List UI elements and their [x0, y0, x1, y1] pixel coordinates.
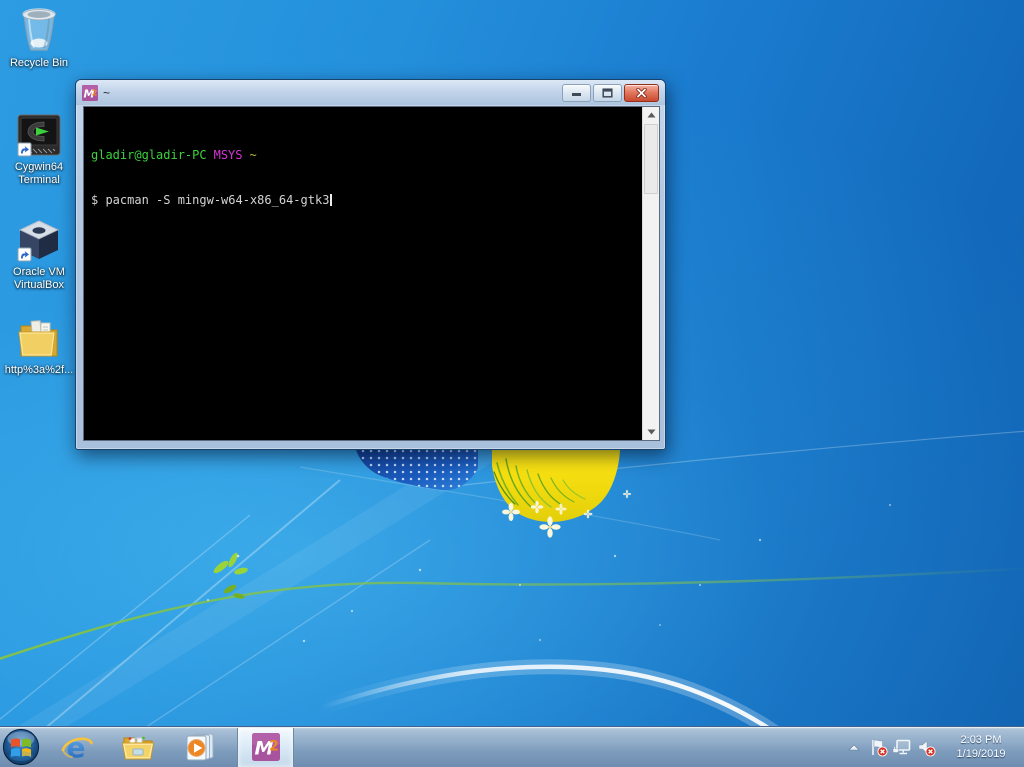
desktop-icon-label: http%3a%2f...: [4, 364, 74, 376]
terminal-scrollbar[interactable]: [642, 107, 659, 440]
chevron-down-icon: [647, 429, 655, 435]
svg-text:2: 2: [269, 739, 279, 755]
action-center-flag-icon: [871, 739, 888, 757]
terminal-prompt-line: gladir@gladir-PC MSYS ~: [91, 148, 643, 163]
windows-start-orb: [2, 728, 40, 766]
svg-text:2: 2: [92, 88, 98, 97]
show-hidden-icons-button[interactable]: [842, 728, 866, 767]
terminal-output: gladir@gladir-PC MSYS ~ $ pacman -S mingw-…: [84, 107, 643, 440]
wallpaper-blue-flag: [356, 450, 478, 491]
desktop-icon-recycle-bin[interactable]: Recycle Bin: [1, 5, 77, 70]
virtualbox-cube-icon: [17, 220, 60, 262]
taskbar-button-windows-explorer[interactable]: [113, 728, 163, 767]
command-text: $ pacman -S mingw-w64-x86_64-gtk3: [91, 193, 330, 207]
taskbar-button-msys2-terminal[interactable]: M 2: [237, 727, 294, 767]
desktop-icon-label: Cygwin64 Terminal: [14, 161, 64, 186]
scrollbar-thumb[interactable]: [644, 124, 658, 194]
clock-date: 1/19/2019: [956, 748, 1006, 760]
recycle-bin-icon: [22, 8, 56, 51]
desktop-icon-label: Recycle Bin: [9, 57, 69, 69]
desktop[interactable]: Recycle Bin Cygwin64 Terminal Oracle VM …: [0, 0, 1024, 767]
prompt-user-host: gladir@gladir-PC: [91, 148, 207, 162]
close-button[interactable]: [624, 83, 659, 102]
scroll-down-arrow[interactable]: [643, 424, 659, 440]
clock-time: 2:03 PM: [960, 734, 1002, 746]
desktop-icon-label: Oracle VM VirtualBox: [13, 266, 65, 291]
terminal-command-line: $ pacman -S mingw-w64-x86_64-gtk3: [91, 193, 643, 208]
taskbar-button-internet-explorer[interactable]: e: [52, 728, 102, 767]
terminal-cursor: [330, 194, 333, 206]
system-tray: 2:03 PM 1/19/2019: [842, 727, 1024, 767]
close-icon: [636, 87, 647, 98]
desktop-icon-oracle-vm-virtualbox[interactable]: Oracle VM VirtualBox: [1, 218, 77, 292]
shortcut-arrow-overlay: [17, 142, 32, 157]
taskbar-clock[interactable]: 2:03 PM 1/19/2019: [944, 733, 1018, 761]
window-title: ~: [103, 85, 111, 100]
volume-muted-icon: [918, 739, 936, 757]
network-status-button[interactable]: [890, 728, 914, 767]
media-player-icon: [186, 733, 214, 761]
wallpaper-yellow-pane: [492, 450, 632, 538]
explorer-folder-icon: [121, 736, 155, 760]
minimize-icon: [572, 93, 581, 96]
maximize-button[interactable]: [593, 83, 622, 102]
start-button[interactable]: [1, 728, 41, 767]
msys2-icon: M 2: [82, 84, 98, 101]
minimize-button[interactable]: [562, 83, 591, 102]
taskbar-button-media-player[interactable]: [174, 728, 224, 767]
msys-terminal-window: M 2 ~ gladir@gladir-PC MSYS ~ $ pacman -…: [75, 79, 666, 450]
scroll-up-arrow[interactable]: [643, 107, 659, 123]
chevron-up-icon: [647, 112, 655, 118]
internet-explorer-icon: e: [61, 731, 93, 763]
msys2-icon: M 2: [251, 733, 280, 761]
svg-text:e: e: [67, 731, 86, 763]
folder-icon: [18, 320, 58, 357]
taskbar: e M 2 2:03 PM 1/19/2019: [0, 726, 1024, 767]
window-titlebar[interactable]: M 2 ~: [76, 80, 665, 105]
cygwin-terminal-icon: [17, 114, 61, 157]
prompt-path: ~: [249, 148, 257, 162]
action-center-button[interactable]: [866, 728, 890, 767]
prompt-environment: MSYS: [213, 148, 243, 162]
window-controls: [562, 83, 659, 102]
terminal-console[interactable]: gladir@gladir-PC MSYS ~ $ pacman -S mingw-…: [83, 106, 660, 441]
maximize-icon: [602, 87, 613, 98]
shortcut-arrow-overlay: [17, 247, 32, 262]
desktop-icon-cygwin64-terminal[interactable]: Cygwin64 Terminal: [1, 113, 77, 187]
volume-button[interactable]: [914, 728, 938, 767]
network-icon: [892, 739, 911, 754]
desktop-icon-downloaded-site-folder[interactable]: http%3a%2f...: [1, 316, 77, 377]
chevron-up-icon: [848, 743, 860, 750]
